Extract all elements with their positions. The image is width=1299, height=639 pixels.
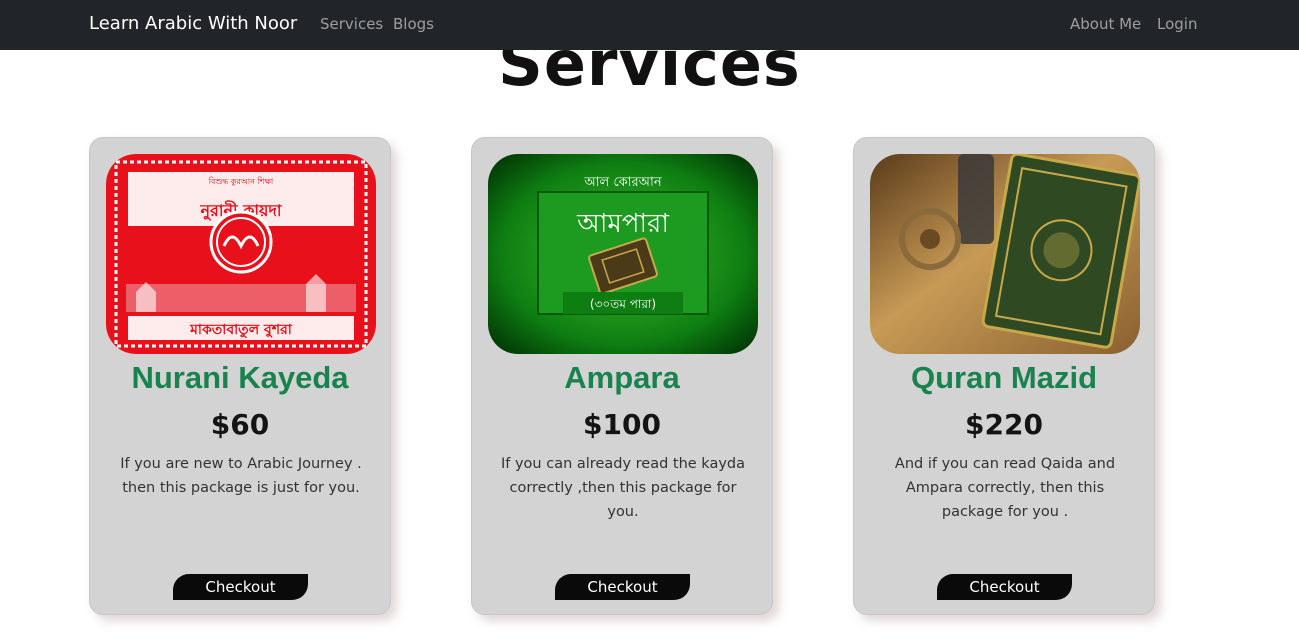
nav-link-about-me[interactable]: About Me bbox=[1070, 0, 1141, 50]
service-card-nurani-kayeda: বিশুদ্ধ কুরআন শিক্ষা নুরানী কায়দা মাকতা… bbox=[89, 137, 391, 615]
svg-text:আমপারা: আমপারা bbox=[576, 209, 669, 239]
svg-text:(৩০তম পারা): (৩০তম পারা) bbox=[590, 297, 656, 311]
nav-link-login[interactable]: Login bbox=[1157, 0, 1197, 50]
checkout-button[interactable]: Checkout bbox=[173, 574, 308, 600]
checkout-button[interactable]: Checkout bbox=[555, 574, 690, 600]
checkout-button[interactable]: Checkout bbox=[937, 574, 1072, 600]
top-navbar: Learn Arabic With Noor Services Blogs Ab… bbox=[0, 0, 1299, 50]
card-description: And if you can read Qaida and Ampara cor… bbox=[894, 456, 1116, 520]
nurani-kayeda-image: বিশুদ্ধ কুরআন শিক্ষা নুরানী কায়দা মাকতা… bbox=[106, 154, 376, 354]
card-price: $60 bbox=[210, 408, 270, 441]
card-description: If you can already read the kayda correc… bbox=[500, 456, 746, 520]
service-card-ampara: আল কোরআন আমপারা (৩০তম পারা) Ampara $100 … bbox=[471, 137, 773, 615]
card-price: $220 bbox=[965, 408, 1043, 441]
service-card-quran-mazid: Quran Mazid $220 And if you can read Qai… bbox=[853, 137, 1155, 615]
card-title: Nurani Kayeda bbox=[131, 360, 349, 395]
brand-link[interactable]: Learn Arabic With Noor bbox=[89, 0, 297, 50]
card-price: $100 bbox=[583, 408, 661, 441]
quran-mazid-image bbox=[870, 154, 1140, 354]
card-description: If you are new to Arabic Journey . then … bbox=[120, 456, 362, 496]
nav-link-services[interactable]: Services bbox=[320, 0, 383, 50]
svg-text:আল কোরআন: আল কোরআন bbox=[583, 175, 661, 190]
card-title: Ampara bbox=[564, 360, 680, 395]
svg-text:বিশুদ্ধ কুরআন শিক্ষা: বিশুদ্ধ কুরআন শিক্ষা bbox=[208, 177, 274, 186]
nav-link-blogs[interactable]: Blogs bbox=[393, 0, 434, 50]
svg-text:মাকতাবাতুল বুশরা: মাকতাবাতুল বুশরা bbox=[189, 322, 293, 339]
ampara-image: আল কোরআন আমপারা (৩০তম পারা) bbox=[488, 154, 758, 354]
card-title: Quran Mazid bbox=[910, 360, 1097, 395]
